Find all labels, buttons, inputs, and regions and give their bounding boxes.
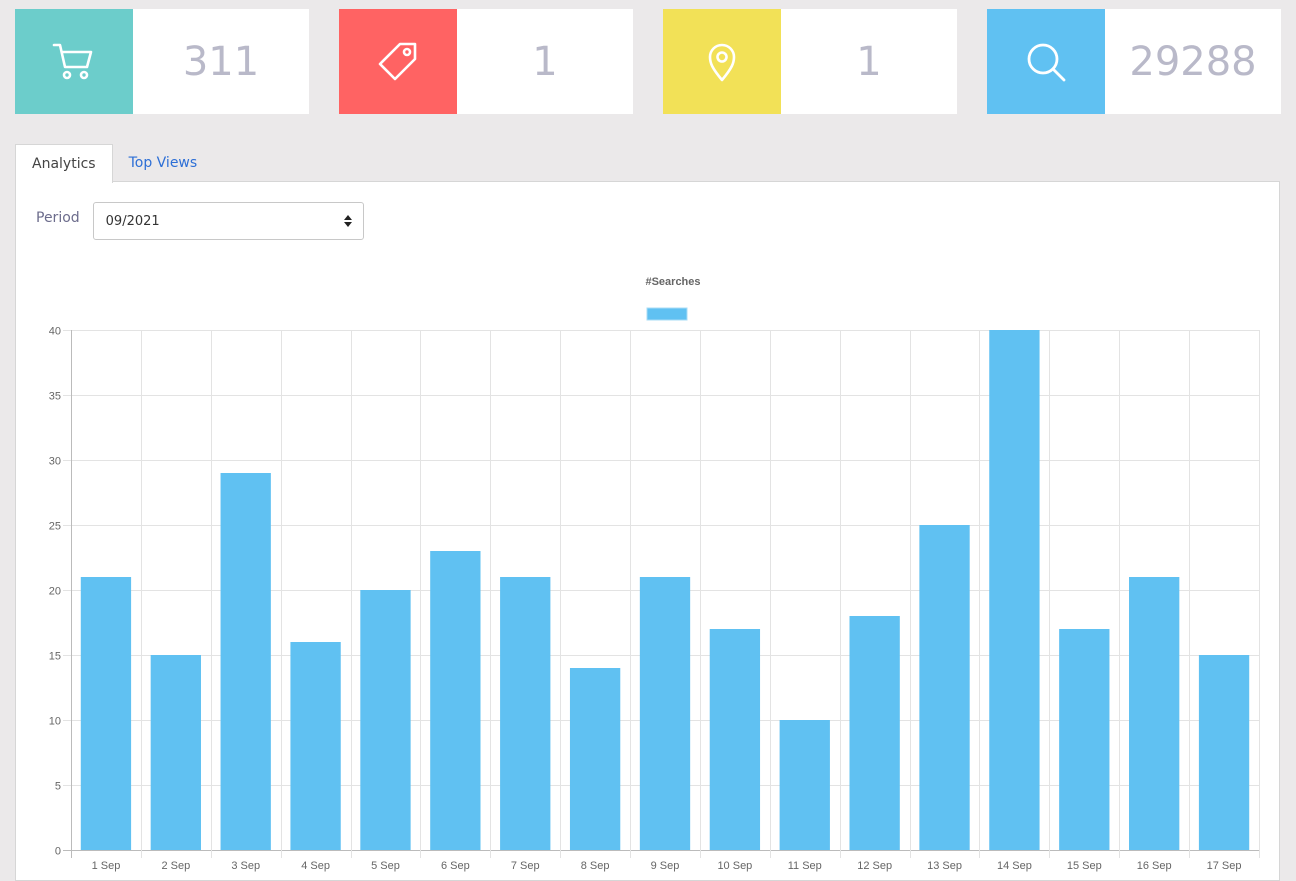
y-tick-label: 0 — [55, 846, 61, 858]
legend-swatch — [646, 307, 688, 321]
bar-14 — [989, 330, 1040, 850]
y-tick-label: 40 — [49, 326, 61, 338]
stat-icon-box — [987, 9, 1105, 114]
chart-title: #Searches — [645, 276, 700, 288]
bar-9 — [639, 577, 691, 850]
bar-11 — [779, 720, 830, 850]
bar-16 — [1129, 577, 1180, 850]
bar-13 — [919, 525, 970, 850]
y-tick-label: 5 — [55, 781, 61, 793]
bar-15 — [1059, 629, 1110, 850]
x-tick-label: 3 Sep — [231, 860, 260, 872]
y-tick-label: 15 — [49, 651, 61, 663]
analytics-panel: Period 09/2021 #Searches 0 5 10 15 20 25 30 35 40… — [15, 181, 1280, 881]
stat-icon-box — [663, 9, 781, 114]
y-tick-label: 20 — [49, 586, 61, 598]
x-tick-label: 5 Sep — [371, 860, 400, 872]
x-tick-label: 17 Sep — [1207, 860, 1242, 872]
bar-5 — [360, 590, 411, 850]
stat-value-products: 311 — [182, 38, 260, 85]
bar-12 — [849, 616, 900, 850]
bar-7 — [500, 577, 551, 850]
bar-8 — [569, 668, 621, 850]
stat-icon-box — [15, 9, 133, 114]
bar-2 — [150, 655, 201, 850]
bar-1 — [80, 577, 132, 850]
x-tick-label: 8 Sep — [581, 860, 610, 872]
stat-value-locations: 1 — [856, 38, 882, 85]
x-tick-label: 9 Sep — [651, 860, 680, 872]
stat-card-searches: 29288 — [987, 9, 1281, 114]
y-tick-label: 35 — [49, 391, 61, 403]
x-tick-label: 11 Sep — [788, 860, 822, 872]
bar-6 — [430, 551, 481, 850]
stat-icon-box — [339, 9, 457, 114]
stat-card-products: 311 — [15, 9, 309, 114]
stats-row: 311 1 1 29288 — [15, 9, 1281, 114]
tag-icon — [378, 42, 417, 80]
x-tick-label: 4 Sep — [301, 860, 330, 872]
location-pin-icon — [708, 43, 736, 81]
x-tick-label: 15 Sep — [1067, 860, 1102, 872]
stat-value-tags: 1 — [532, 38, 558, 85]
x-tick-label: 16 Sep — [1137, 860, 1172, 872]
x-tick-label: 14 Sep — [997, 860, 1032, 872]
stat-card-tags: 1 — [339, 9, 633, 114]
x-tick-label: 1 Sep — [92, 860, 121, 872]
bar-3 — [220, 473, 271, 850]
stat-value-searches: 29288 — [1129, 38, 1257, 85]
cart-icon — [52, 43, 93, 79]
y-tick-label: 30 — [49, 456, 61, 468]
searches-bar-chart: #Searches 0 5 10 15 20 25 30 35 40 1 Sep 2 Sep 3 Sep… — [49, 276, 1260, 872]
x-tick-label: 6 Sep — [441, 860, 470, 872]
search-icon — [1027, 43, 1066, 81]
tab-bar: Analytics Top Views — [15, 144, 213, 183]
bar-17 — [1198, 655, 1250, 850]
tab-analytics[interactable]: Analytics — [15, 144, 113, 183]
bar-4 — [290, 642, 341, 850]
y-tick-label: 10 — [49, 716, 61, 728]
x-tick-label: 7 Sep — [511, 860, 540, 872]
x-tick-label: 12 Sep — [857, 860, 892, 872]
y-tick-label: 25 — [49, 521, 61, 533]
bar-10 — [709, 629, 761, 850]
x-tick-label: 13 Sep — [927, 860, 962, 872]
x-tick-label: 2 Sep — [161, 860, 190, 872]
x-tick-label: 10 Sep — [717, 860, 752, 872]
stat-card-locations: 1 — [663, 9, 957, 114]
tab-top-views[interactable]: Top Views — [113, 144, 214, 182]
